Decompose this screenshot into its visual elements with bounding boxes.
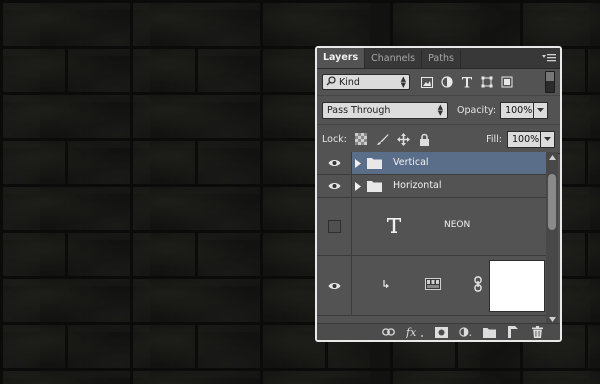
lock-position-icon[interactable]	[396, 132, 410, 146]
visibility-empty-box	[327, 220, 341, 233]
layer-row-adjustment[interactable]	[317, 256, 547, 316]
opacity-input[interactable]: 100%	[500, 101, 535, 119]
blend-mode-select[interactable]: Pass Through ▲ ▼	[322, 101, 448, 119]
layer-row-neon[interactable]: NEON	[317, 198, 547, 256]
visibility-toggle[interactable]	[317, 256, 352, 315]
lock-label: Lock:	[322, 133, 347, 145]
filter-kind-value: Kind	[339, 76, 360, 88]
select-arrows-icon: ▲ ▼	[437, 103, 443, 117]
link-layers-icon[interactable]	[382, 326, 395, 338]
select-arrows-icon: ▲ ▼	[400, 75, 406, 89]
eye-icon	[328, 183, 340, 189]
visibility-toggle[interactable]	[317, 198, 352, 255]
scrollbar-thumb[interactable]	[548, 174, 556, 230]
panel-menu-icon[interactable]	[542, 53, 556, 63]
opacity-label: Opacity:	[457, 104, 497, 116]
shape-filter-icon[interactable]	[481, 76, 493, 88]
panel-tab-bar: Layers Channels Paths	[317, 48, 560, 69]
fill-input[interactable]: 100%	[507, 130, 541, 148]
smart-object-filter-icon[interactable]	[501, 76, 513, 88]
chevron-down-icon	[544, 136, 551, 141]
layer-mask-thumbnail[interactable]	[489, 260, 545, 312]
layers-panel: Layers Channels Paths Kind ▲ ▼ Pass Thro…	[315, 46, 562, 342]
text-layer-icon	[387, 218, 401, 236]
eye-icon	[328, 282, 340, 289]
delete-layer-trash-icon[interactable]	[531, 326, 544, 338]
search-icon	[326, 75, 336, 89]
layer-name: Horizontal	[393, 180, 442, 191]
tab-layers[interactable]: Layers	[317, 48, 366, 68]
folder-icon	[367, 180, 382, 195]
lock-image-pixels-icon[interactable]	[376, 133, 389, 146]
new-group-folder-icon[interactable]	[483, 326, 496, 338]
eye-icon	[328, 160, 340, 166]
svg-text:fx: fx	[406, 326, 417, 338]
expand-arrow-icon[interactable]	[355, 182, 361, 194]
adjustment-layer-icon	[425, 278, 441, 293]
type-filter-icon[interactable]	[461, 76, 473, 88]
layer-row-horizontal[interactable]: Horizontal	[317, 175, 547, 198]
fill-label: Fill:	[486, 133, 502, 145]
new-adjustment-layer-icon[interactable]	[459, 326, 472, 338]
add-mask-icon[interactable]	[435, 326, 448, 338]
lock-row: Lock: Fill: 100%	[317, 125, 560, 154]
tab-channels[interactable]: Channels	[365, 50, 423, 68]
clipping-arrow-icon	[382, 280, 390, 292]
lock-all-icon[interactable]	[418, 133, 431, 146]
image-filter-icon[interactable]	[421, 76, 433, 88]
layer-style-fx-icon[interactable]: fx	[406, 326, 424, 338]
layers-list: Vertical Horizontal NEON	[317, 152, 547, 324]
fill-dropdown-button[interactable]	[541, 130, 555, 148]
blend-mode-value: Pass Through	[327, 104, 391, 116]
layer-filter-row: Kind ▲ ▼	[317, 69, 560, 96]
layer-row-vertical[interactable]: Vertical	[317, 152, 547, 175]
visibility-toggle[interactable]	[317, 175, 352, 197]
lock-transparent-pixels-icon[interactable]	[355, 133, 368, 146]
new-layer-icon[interactable]	[507, 326, 520, 338]
visibility-toggle[interactable]	[317, 152, 352, 174]
layer-name: NEON	[444, 220, 471, 230]
folder-icon	[367, 157, 382, 172]
adjustment-filter-icon[interactable]	[441, 76, 453, 88]
filter-kind-select[interactable]: Kind ▲ ▼	[322, 74, 410, 90]
link-chain-icon[interactable]	[474, 276, 482, 295]
blend-row: Pass Through ▲ ▼ Opacity: 100%	[317, 96, 560, 125]
panel-footer: fx	[317, 323, 560, 340]
chevron-down-icon	[537, 107, 545, 112]
scroll-up-arrow-icon[interactable]	[546, 152, 558, 162]
tab-paths[interactable]: Paths	[422, 50, 461, 68]
opacity-dropdown-button[interactable]	[534, 101, 549, 119]
filter-toggle-switch[interactable]	[545, 71, 555, 93]
layers-scrollbar[interactable]	[546, 152, 558, 324]
layer-name: Vertical	[393, 157, 429, 168]
expand-arrow-icon[interactable]	[355, 159, 361, 171]
